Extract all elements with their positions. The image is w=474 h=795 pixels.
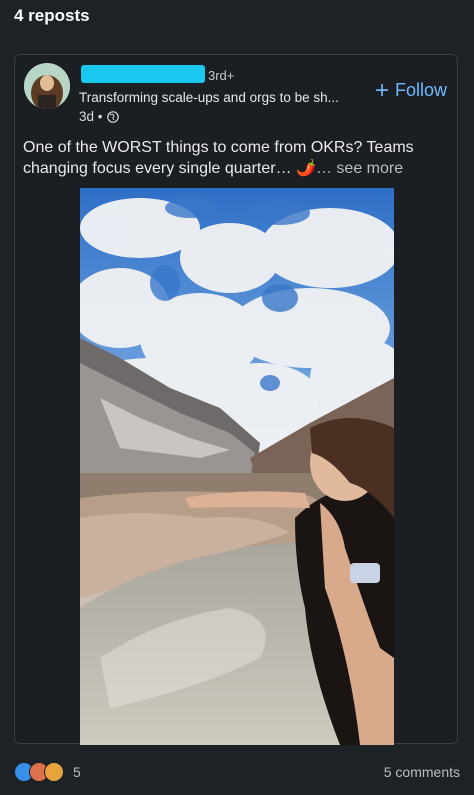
post-meta: 3d • <box>79 109 119 124</box>
post-image[interactable] <box>80 188 394 745</box>
post-text: One of the WORST things to come from OKR… <box>23 137 443 179</box>
see-more-link[interactable]: … see more <box>316 160 403 177</box>
comments-count-link[interactable]: 5 comments <box>384 764 460 780</box>
reactions-summary[interactable]: 5 <box>14 762 81 782</box>
follow-button[interactable]: + Follow <box>374 76 447 104</box>
connection-degree: 3rd+ <box>208 68 235 83</box>
plus-icon: + <box>374 76 389 104</box>
author-avatar[interactable] <box>24 63 70 109</box>
insightful-icon <box>44 762 64 782</box>
follow-label: Follow <box>394 80 447 100</box>
post-card: 3rd+ Transforming scale-ups and orgs to … <box>14 54 458 745</box>
reposts-header: 4 reposts <box>14 6 90 25</box>
globe-icon <box>106 110 119 123</box>
author-headline[interactable]: Transforming scale-ups and orgs to be sh… <box>79 90 339 105</box>
author-name-redaction <box>81 65 205 83</box>
reaction-count: 5 <box>73 764 81 780</box>
reaction-icons <box>14 762 64 782</box>
mountain-hot-spring-photo <box>80 188 394 745</box>
post-time: 3d • <box>79 109 103 124</box>
avatar-photo <box>24 63 70 109</box>
